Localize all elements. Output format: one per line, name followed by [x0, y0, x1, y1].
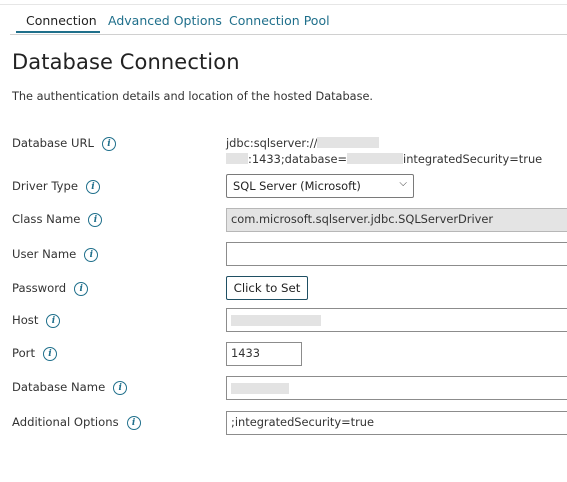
tab-bar-border	[10, 34, 567, 35]
info-icon[interactable]: i	[88, 213, 103, 227]
database-url-line1: jdbc:sqlserver://	[226, 136, 318, 150]
host-input[interactable]	[226, 308, 567, 332]
top-divider	[0, 4, 567, 5]
port-input[interactable]: 1433	[226, 342, 302, 366]
database-url-options: integratedSecurity=true	[403, 152, 543, 166]
active-tab-indicator	[16, 31, 100, 33]
port-label-row: Port i	[12, 346, 57, 361]
driver-type-value: SQL Server (Microsoft)	[233, 179, 361, 193]
database-name-label: Database Name	[12, 380, 106, 394]
chevron-down-icon: ⌵	[399, 178, 407, 189]
info-icon[interactable]: i	[74, 282, 89, 296]
additional-options-input[interactable]: ;integratedSecurity=true	[226, 411, 567, 435]
database-url-value: jdbc:sqlserver:// :1433;database= integra…	[226, 135, 542, 167]
info-icon[interactable]: i	[126, 416, 141, 430]
port-label: Port	[12, 346, 35, 360]
info-icon[interactable]: i	[86, 180, 100, 194]
page-title: Database Connection	[12, 50, 240, 74]
additional-options-label-row: Additional Options i	[12, 415, 141, 430]
class-name-field: com.microsoft.sqlserver.jdbc.SQLServerDr…	[226, 208, 567, 232]
driver-type-label-row: Driver Type i	[12, 179, 100, 194]
class-name-label-row: Class Name i	[12, 212, 103, 227]
set-password-button[interactable]: Click to Set	[226, 276, 308, 300]
tab-advanced-options[interactable]: Advanced Options	[108, 13, 222, 28]
database-url-port-db: :1433;database=	[248, 152, 348, 166]
user-name-label: User Name	[12, 247, 77, 261]
redacted-database-name	[231, 383, 289, 394]
info-icon[interactable]: i	[46, 314, 61, 328]
database-url-label: Database URL	[12, 136, 95, 150]
database-url-label-row: Database URL i	[12, 136, 117, 151]
page-description: The authentication details and location …	[12, 90, 374, 103]
tab-connection[interactable]: Connection	[26, 13, 97, 28]
additional-options-label: Additional Options	[12, 415, 119, 429]
class-name-label: Class Name	[12, 212, 81, 226]
redacted-database	[347, 153, 404, 164]
driver-type-select[interactable]: SQL Server (Microsoft) ⌵	[226, 174, 414, 198]
user-name-input[interactable]	[226, 242, 567, 266]
info-icon[interactable]: i	[102, 137, 117, 151]
tab-connection-pool[interactable]: Connection Pool	[229, 13, 330, 28]
password-label: Password	[12, 281, 67, 295]
info-icon[interactable]: i	[42, 347, 57, 361]
info-icon[interactable]: i	[113, 381, 128, 395]
redacted-host-value	[231, 315, 321, 326]
driver-type-label: Driver Type	[12, 179, 78, 193]
redacted-host-tail	[226, 153, 248, 164]
host-label: Host	[12, 313, 39, 327]
database-name-label-row: Database Name i	[12, 380, 128, 395]
redacted-host	[317, 137, 380, 148]
host-label-row: Host i	[12, 313, 61, 328]
info-icon[interactable]: i	[84, 248, 99, 262]
password-label-row: Password i	[12, 281, 89, 296]
user-name-label-row: User Name i	[12, 247, 99, 262]
database-name-input[interactable]	[226, 376, 567, 400]
